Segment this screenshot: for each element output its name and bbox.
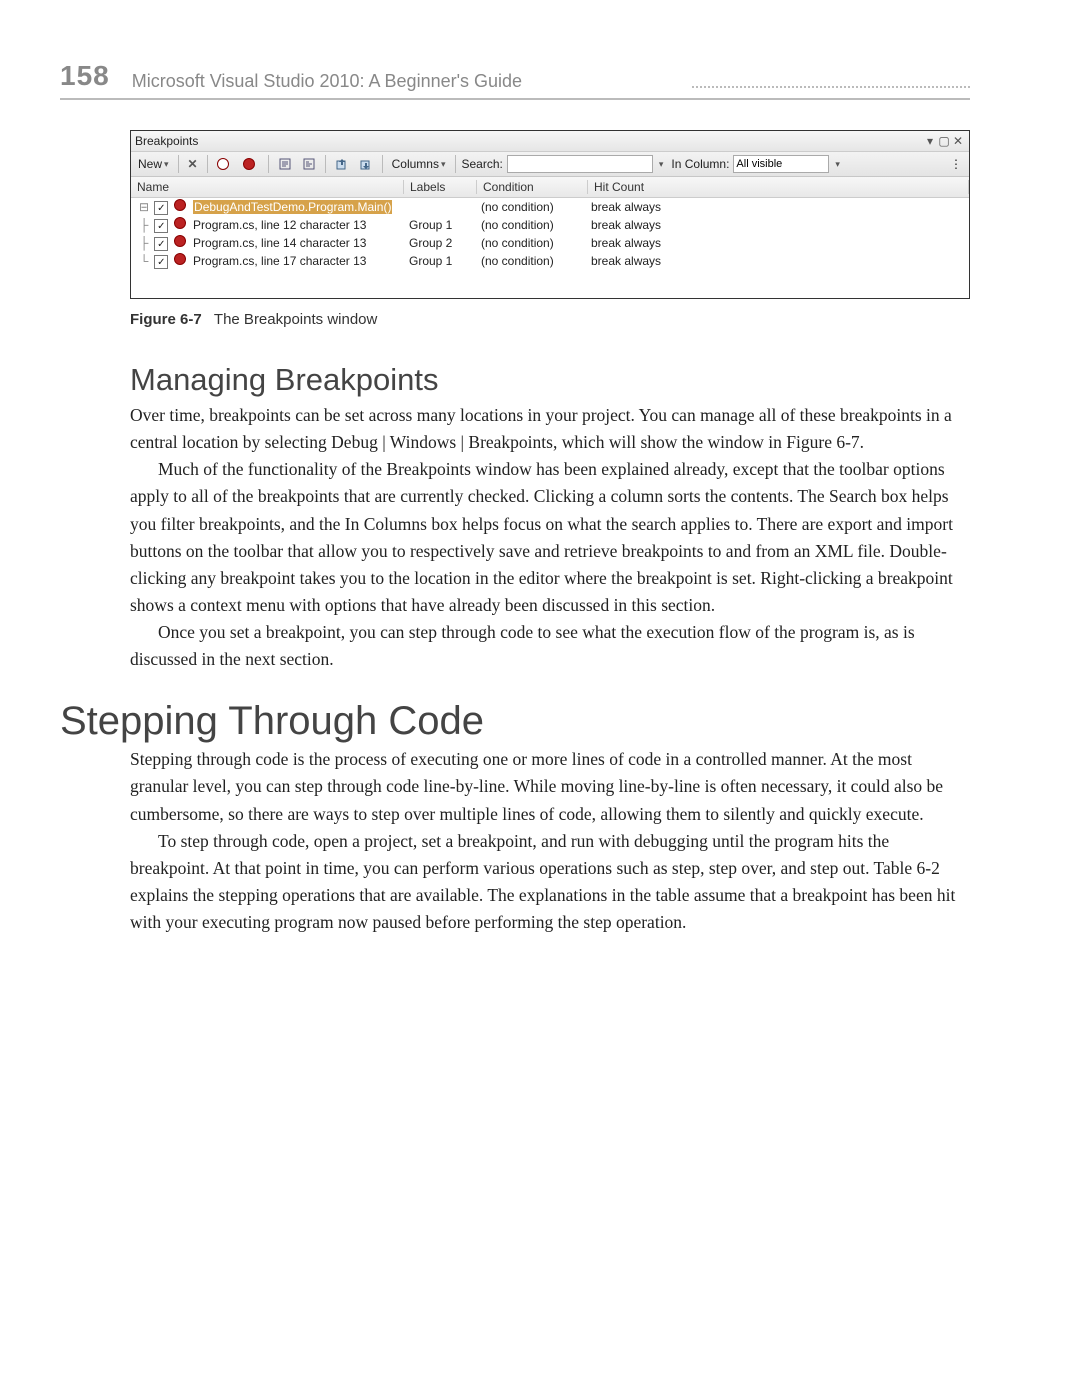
toggle-all-icon[interactable] xyxy=(214,154,236,174)
chevron-down-icon[interactable]: ▾ xyxy=(835,159,840,170)
in-column-label: In Column: xyxy=(671,157,729,171)
maximize-icon[interactable]: ▢ xyxy=(937,134,951,148)
row-hitcount: break always xyxy=(585,254,969,268)
col-labels[interactable]: Labels xyxy=(404,180,477,194)
book-title: Microsoft Visual Studio 2010: A Beginner… xyxy=(132,71,680,92)
columns-button[interactable]: Columns ▾ xyxy=(389,154,449,174)
chevron-down-icon[interactable]: ▾ xyxy=(659,159,664,170)
export-icon[interactable] xyxy=(332,154,352,174)
row-hitcount: break always xyxy=(585,236,969,250)
in-column-select[interactable] xyxy=(733,155,829,173)
row-name: Program.cs, line 14 character 13 xyxy=(193,236,366,250)
grid-header: Name Labels Condition Hit Count xyxy=(131,177,969,198)
row-labels: Group 1 xyxy=(403,254,475,268)
window-menu-icon[interactable]: ▾ xyxy=(923,134,937,148)
row-condition: (no condition) xyxy=(475,200,585,214)
col-name[interactable]: Name xyxy=(131,180,404,194)
new-label: New xyxy=(138,157,162,171)
search-label: Search: xyxy=(462,157,503,171)
tree-connector: ⊟ xyxy=(137,200,151,214)
toolbar: New ▾ ✕ Columns ▾ S xyxy=(131,152,969,177)
breakpoint-icon xyxy=(174,199,186,211)
heading-managing-breakpoints: Managing Breakpoints xyxy=(130,362,970,398)
close-icon[interactable]: ✕ xyxy=(951,134,965,148)
tree-connector: └ xyxy=(137,254,151,268)
breakpoint-icon xyxy=(174,235,186,247)
window-title: Breakpoints xyxy=(135,134,923,148)
tree-connector: ├ xyxy=(137,218,151,232)
delete-all-icon[interactable] xyxy=(240,154,262,174)
import-icon[interactable] xyxy=(356,154,376,174)
toolbar-separator xyxy=(207,155,208,173)
row-hitcount: break always xyxy=(585,218,969,232)
row-name: Program.cs, line 17 character 13 xyxy=(193,254,366,268)
figure-label: Figure 6-7 xyxy=(130,311,202,328)
table-row[interactable]: ├ ✓ Program.cs, line 12 character 13 Gro… xyxy=(131,216,969,234)
checkbox-icon[interactable]: ✓ xyxy=(154,201,168,215)
row-labels: Group 1 xyxy=(403,218,475,232)
body-paragraph: Much of the functionality of the Breakpo… xyxy=(130,456,970,619)
columns-label: Columns xyxy=(392,157,439,171)
row-condition: (no condition) xyxy=(475,218,585,232)
heading-stepping-through-code: Stepping Through Code xyxy=(60,699,970,744)
body-paragraph: To step through code, open a project, se… xyxy=(130,828,970,937)
breakpoint-icon xyxy=(174,253,186,265)
row-condition: (no condition) xyxy=(475,236,585,250)
overflow-icon[interactable]: ⋮ xyxy=(947,154,965,174)
body-paragraph: Over time, breakpoints can be set across… xyxy=(130,402,970,456)
delete-icon[interactable]: ✕ xyxy=(185,154,201,174)
new-button[interactable]: New ▾ xyxy=(135,154,172,174)
body-paragraph: Stepping through code is the process of … xyxy=(130,746,970,827)
checkbox-icon[interactable]: ✓ xyxy=(154,219,168,233)
col-hitcount[interactable]: Hit Count xyxy=(588,180,969,194)
row-hitcount: break always xyxy=(585,200,969,214)
figure-caption: Figure 6-7 The Breakpoints window xyxy=(130,311,970,328)
page-number: 158 xyxy=(60,60,110,92)
running-head: 158 Microsoft Visual Studio 2010: A Begi… xyxy=(60,60,970,100)
table-row[interactable]: ⊟ ✓ DebugAndTestDemo.Program.Main() (no … xyxy=(131,198,969,216)
goto-source-icon[interactable] xyxy=(275,154,295,174)
col-condition[interactable]: Condition xyxy=(477,180,588,194)
breakpoints-window: Breakpoints ▾ ▢ ✕ New ▾ ✕ xyxy=(130,130,970,299)
table-row[interactable]: └ ✓ Program.cs, line 17 character 13 Gro… xyxy=(131,252,969,270)
body-paragraph: Once you set a breakpoint, you can step … xyxy=(130,619,970,673)
toolbar-separator xyxy=(455,155,456,173)
header-dots xyxy=(692,86,970,88)
checkbox-icon[interactable]: ✓ xyxy=(154,237,168,251)
row-name: Program.cs, line 12 character 13 xyxy=(193,218,366,232)
tree-connector: ├ xyxy=(137,236,151,250)
row-name: DebugAndTestDemo.Program.Main() xyxy=(193,200,392,214)
window-titlebar: Breakpoints ▾ ▢ ✕ xyxy=(131,131,969,152)
search-input[interactable] xyxy=(507,155,653,173)
toolbar-separator xyxy=(178,155,179,173)
toolbar-separator xyxy=(325,155,326,173)
row-labels: Group 2 xyxy=(403,236,475,250)
breakpoint-icon xyxy=(174,217,186,229)
grid-body: ⊟ ✓ DebugAndTestDemo.Program.Main() (no … xyxy=(131,198,969,298)
toolbar-separator xyxy=(382,155,383,173)
table-row[interactable]: ├ ✓ Program.cs, line 14 character 13 Gro… xyxy=(131,234,969,252)
figure-text: The Breakpoints window xyxy=(214,311,377,328)
chevron-down-icon: ▾ xyxy=(164,159,169,170)
row-condition: (no condition) xyxy=(475,254,585,268)
chevron-down-icon: ▾ xyxy=(441,159,446,170)
checkbox-icon[interactable]: ✓ xyxy=(154,255,168,269)
toolbar-separator xyxy=(268,155,269,173)
goto-disasm-icon[interactable] xyxy=(299,154,319,174)
